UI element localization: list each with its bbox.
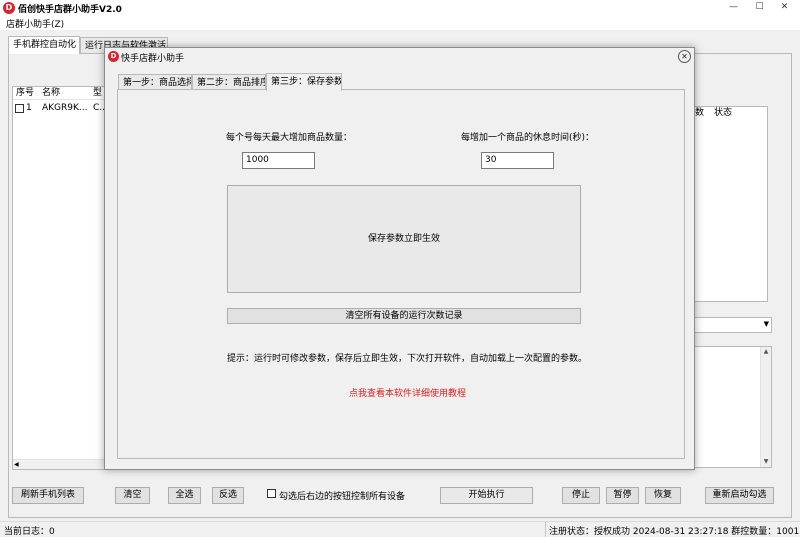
max-products-input[interactable]: 1000 [242, 152, 315, 169]
rest-time-input[interactable]: 30 [481, 152, 554, 169]
dialog-title: 快手店群小助手 [121, 54, 185, 64]
close-button[interactable]: ✕ [777, 1, 792, 14]
dialog-logo-icon: D [108, 51, 119, 62]
row-name: AKGR9K... [42, 103, 88, 113]
refresh-phone-list-button[interactable]: 刷新手机列表 [12, 487, 84, 504]
clear-run-records-button[interactable]: 清空所有设备的运行次数记录 [227, 308, 581, 324]
right-dropdown[interactable]: ▼ [690, 317, 772, 333]
log-status: 当前日志：0 [4, 527, 55, 537]
right-log-area[interactable]: ▲ ▼ [690, 346, 772, 468]
table-row[interactable]: 1 AKGR9K... C... [13, 102, 111, 115]
control-all-label: 勾选后右边的按钮控制所有设备 [279, 492, 406, 502]
status-divider [545, 522, 546, 537]
scroll-left-icon[interactable]: ◀ [14, 460, 19, 470]
vertical-scrollbar[interactable]: ▲ ▼ [760, 347, 771, 467]
stop-button[interactable]: 停止 [562, 487, 600, 504]
rest-time-label: 每增加一个商品的休息时间(秒)： [461, 133, 595, 143]
scroll-down-icon[interactable]: ▼ [761, 457, 771, 467]
resume-button[interactable]: 恢复 [645, 487, 681, 504]
tab-step-two[interactable]: 第二步：商品排序 [192, 74, 266, 90]
column-status[interactable]: 状态 [712, 107, 732, 120]
minimize-button[interactable]: — [726, 1, 741, 14]
menu-bar: 店群小助手(Z) [0, 16, 800, 30]
select-all-button[interactable]: 全选 [168, 487, 201, 504]
tip-text: 提示：运行时可修改参数，保存后立即生效，下次打开软件，自动加载上一次配置的参数。 [227, 354, 588, 364]
settings-dialog: D 快手店群小助手 ✕ 第一步：商品选择 第二步：商品排序 第三步：保存参数 每… [104, 47, 695, 470]
tutorial-link[interactable]: 点我查看本软件详细使用教程 [349, 386, 466, 399]
device-table-header: 序号 名称 型 [13, 87, 111, 100]
horizontal-scrollbar[interactable]: ◀ [13, 459, 111, 469]
column-index[interactable]: 序号 [14, 87, 34, 100]
control-all-checkbox[interactable] [267, 489, 276, 498]
save-params-button[interactable]: 保存参数立即生效 [227, 185, 581, 293]
tab-step-one[interactable]: 第一步：商品选择 [118, 74, 192, 90]
title-bar: D 佰创快手店群小助手V2.0 — ☐ ✕ [0, 0, 800, 16]
scroll-up-icon[interactable]: ▲ [761, 347, 771, 357]
right-status-table: 数 状态 [690, 106, 768, 302]
row-checkbox[interactable] [15, 104, 24, 113]
row-index: 1 [26, 103, 32, 113]
tab-step-three[interactable]: 第三步：保存参数 [266, 73, 342, 91]
tab-automation[interactable]: 手机群控自动化 [8, 36, 80, 54]
dialog-title-bar: D 快手店群小助手 ✕ [105, 48, 694, 66]
maximize-button[interactable]: ☐ [752, 1, 767, 14]
start-button[interactable]: 开始执行 [440, 487, 533, 504]
chevron-down-icon[interactable]: ▼ [764, 320, 769, 328]
column-name[interactable]: 名称 [40, 87, 60, 100]
invert-selection-button[interactable]: 反选 [212, 487, 244, 504]
dialog-close-icon[interactable]: ✕ [678, 50, 691, 63]
device-table: 序号 名称 型 1 AKGR9K... C... ◀ [12, 86, 112, 470]
column-model[interactable]: 型 [91, 87, 102, 100]
max-products-label: 每个号每天最大增加商品数量： [226, 133, 353, 143]
app-title: 佰创快手店群小助手V2.0 [18, 5, 122, 15]
restart-selected-button[interactable]: 重新启动勾选 [705, 487, 774, 504]
clear-button[interactable]: 清空 [115, 487, 150, 504]
pause-button[interactable]: 暂停 [606, 487, 639, 504]
menu-item-store[interactable]: 店群小助手(Z) [6, 17, 64, 30]
dialog-tab-panel: 每个号每天最大增加商品数量： 1000 每增加一个商品的休息时间(秒)： 30 … [117, 89, 685, 459]
app-logo-icon: D [3, 2, 15, 14]
status-bar: 当前日志：0 注册状态：授权成功 2024-08-31 23:27:18 群控数… [0, 521, 800, 537]
register-status: 注册状态：授权成功 2024-08-31 23:27:18 群控数量：1001台 [549, 527, 800, 537]
